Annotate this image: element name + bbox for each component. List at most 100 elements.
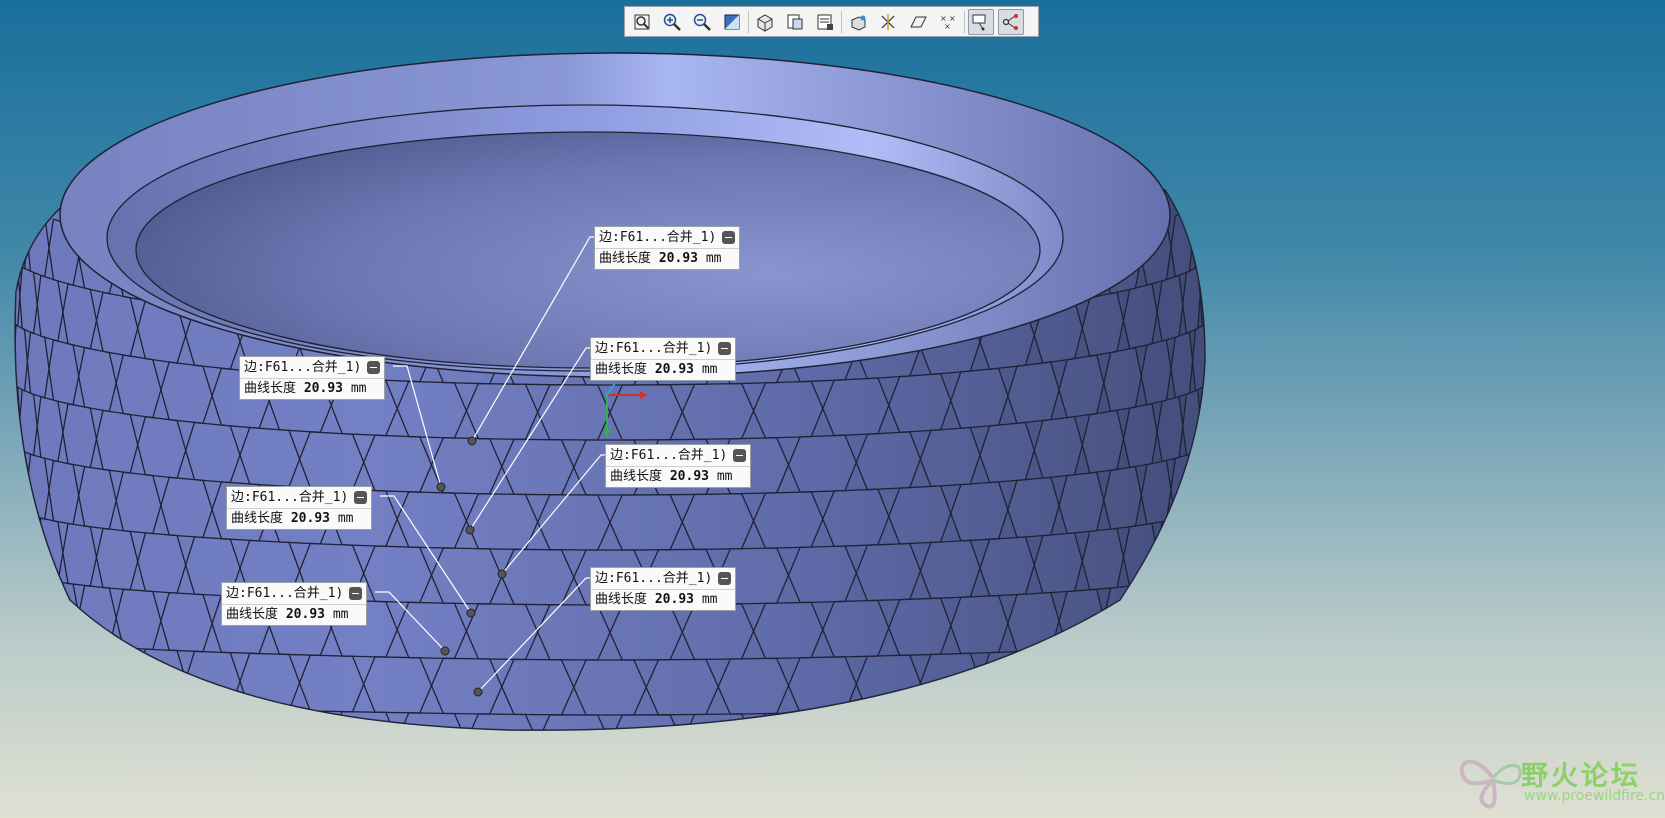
hexagon-face[interactable]	[681, 603, 755, 661]
hexagon-face[interactable]	[137, 532, 187, 594]
hexagon-face[interactable]	[536, 494, 611, 551]
hexagon-face[interactable]	[1199, 381, 1209, 451]
point-display-button[interactable]: × × ×	[935, 9, 961, 35]
hexagon-face[interactable]	[1103, 703, 1142, 765]
hexagon-face[interactable]	[185, 421, 241, 484]
hexagon-face[interactable]	[888, 597, 952, 657]
hexagon-face[interactable]	[1204, 685, 1210, 754]
hexagon-face[interactable]	[1199, 628, 1209, 696]
hexagon-face[interactable]	[681, 382, 755, 441]
hexagon-face[interactable]	[717, 657, 790, 715]
hexagon-face[interactable]	[645, 658, 719, 716]
hexagon-face[interactable]	[1209, 379, 1210, 443]
zoom-fit-button[interactable]	[629, 9, 655, 35]
hexagon-face[interactable]	[888, 485, 952, 545]
hexagon-face[interactable]	[979, 421, 1035, 484]
hexagon-face[interactable]	[1204, 315, 1210, 386]
zoom-in-button[interactable]	[659, 9, 685, 35]
hexagon-face[interactable]	[48, 339, 80, 406]
hexagon-face[interactable]	[855, 431, 922, 491]
hexagon-face[interactable]	[10, 625, 11, 689]
hexagon-face[interactable]	[19, 511, 38, 578]
annotation-display-button[interactable]	[968, 8, 994, 35]
hexagon-face[interactable]	[11, 381, 21, 451]
hexagon-face[interactable]	[10, 195, 14, 261]
hexagon-face[interactable]	[362, 545, 433, 604]
hexagon-face[interactable]	[609, 604, 684, 661]
hexagon-face[interactable]	[19, 388, 38, 457]
hexagon-face[interactable]	[115, 705, 162, 765]
hexagon-face[interactable]	[78, 346, 117, 413]
hexagon-face[interactable]	[822, 377, 890, 437]
hexagon-face[interactable]	[211, 708, 270, 766]
hexagon-face[interactable]	[1170, 331, 1194, 399]
hexagon-face[interactable]	[1140, 701, 1172, 764]
hexagon-face[interactable]	[1182, 511, 1201, 578]
hexagon-face[interactable]	[36, 395, 64, 463]
hexagon-face[interactable]	[1103, 465, 1142, 530]
hexagon-face[interactable]	[1007, 476, 1060, 539]
hexagon-face[interactable]	[62, 522, 98, 587]
measure-annotation[interactable]: 边:F61...合并_1) 曲线长度 20.93 mm	[590, 337, 737, 381]
hexagon-face[interactable]	[1209, 625, 1210, 689]
hexagon-face[interactable]	[950, 594, 1009, 655]
hexagon-face[interactable]	[787, 656, 858, 714]
hexagon-face[interactable]	[362, 434, 433, 493]
hexagon-face[interactable]	[10, 379, 11, 443]
hexagon-face[interactable]	[26, 331, 50, 399]
hexagon-face[interactable]	[919, 539, 981, 600]
plane-display-button[interactable]	[905, 9, 931, 35]
model-viewport[interactable]	[0, 0, 1665, 818]
repaint-button[interactable]	[719, 9, 745, 35]
measure-annotation[interactable]: 边:F61...合并_1) 曲线长度 20.93 mm	[239, 356, 386, 400]
collapse-icon[interactable]	[722, 231, 736, 244]
hexagon-face[interactable]	[1209, 255, 1210, 319]
hexagon-face[interactable]	[1103, 584, 1142, 648]
hexagon-face[interactable]	[48, 701, 80, 764]
hexagon-face[interactable]	[950, 481, 1009, 542]
hexagon-face[interactable]	[10, 688, 14, 754]
hexagon-face[interactable]	[752, 712, 824, 769]
hexagon-face[interactable]	[1081, 527, 1125, 591]
collapse-icon[interactable]	[367, 361, 381, 374]
hexagon-face[interactable]	[1204, 192, 1210, 263]
hexagon-face[interactable]	[48, 459, 80, 526]
hexagon-face[interactable]	[115, 354, 162, 419]
hexagon-face[interactable]	[78, 703, 117, 765]
hexagon-face[interactable]	[536, 714, 611, 770]
hexagon-face[interactable]	[919, 652, 981, 712]
hexagon-face[interactable]	[822, 488, 890, 548]
measure-annotation[interactable]: 边:F61...合并_1) 曲线长度 20.93 mm	[605, 444, 752, 488]
hexagon-face[interactable]	[1103, 346, 1142, 413]
hexagon-face[interactable]	[1209, 502, 1210, 566]
hexagon-face[interactable]	[430, 547, 503, 605]
hexagon-face[interactable]	[1140, 459, 1172, 526]
hexagon-face[interactable]	[1199, 258, 1209, 328]
hexagon-face[interactable]	[95, 527, 139, 591]
hexagon-face[interactable]	[950, 367, 1009, 429]
hexagon-face[interactable]	[1122, 283, 1158, 350]
hexagon-face[interactable]	[919, 426, 981, 488]
hexagon-face[interactable]	[137, 648, 187, 709]
hexagon-face[interactable]	[1182, 266, 1201, 335]
edge-anchor-point[interactable]	[466, 608, 476, 618]
hexagon-face[interactable]	[950, 708, 1009, 766]
hexagon-face[interactable]	[752, 380, 824, 439]
hexagon-face[interactable]	[1058, 471, 1105, 535]
hexagon-face[interactable]	[11, 504, 21, 573]
hexagon-face[interactable]	[185, 650, 241, 710]
edge-anchor-point[interactable]	[473, 687, 483, 697]
hexagon-face[interactable]	[1170, 575, 1194, 641]
hexagon-face[interactable]	[752, 601, 824, 660]
hexagon-face[interactable]	[10, 565, 14, 631]
hexagon-face[interactable]	[78, 584, 117, 648]
view-manager-button[interactable]	[812, 9, 838, 35]
hexagon-face[interactable]	[609, 384, 684, 441]
hexagon-face[interactable]	[1170, 697, 1194, 761]
spin-center-button[interactable]	[998, 8, 1024, 35]
hexagon-face[interactable]	[1204, 438, 1210, 510]
hexagon-face[interactable]	[26, 697, 50, 761]
hexagon-face[interactable]	[239, 426, 301, 488]
collapse-icon[interactable]	[354, 491, 368, 504]
hexagon-face[interactable]	[160, 361, 213, 425]
